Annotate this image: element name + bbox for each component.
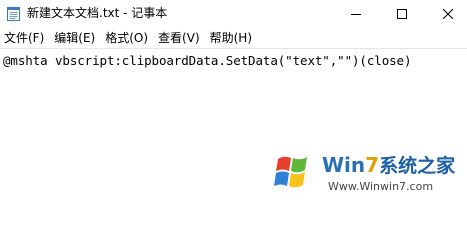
- menu-format[interactable]: 格式(O): [100, 28, 153, 48]
- menu-file[interactable]: 文件(F): [0, 28, 49, 48]
- editor-content[interactable]: @mshta vbscript:clipboardData.SetData("t…: [3, 53, 412, 69]
- maximize-button[interactable]: [384, 0, 420, 27]
- watermark-title-seven: 7: [365, 153, 380, 177]
- watermark-title: Win7系统之家: [322, 153, 455, 178]
- close-button[interactable]: [430, 0, 466, 27]
- watermark-url: Www.Winwin7.com: [328, 180, 434, 193]
- watermark-title-cn: 系统之家: [379, 155, 456, 177]
- menu-view[interactable]: 查看(V): [153, 28, 205, 48]
- close-icon: [443, 8, 453, 19]
- maximize-icon: [397, 8, 407, 19]
- menu-help[interactable]: 帮助(H): [205, 28, 257, 48]
- watermark-title-win: Win: [322, 153, 366, 177]
- windows-flag-logo-icon: [270, 153, 318, 197]
- site-watermark: Win7系统之家 Www.Winwin7.com: [268, 143, 464, 199]
- notepad-window: 新建文本文档.txt - 记事本 文件(F) 编辑(E) 格式(O) 查看(V)…: [0, 0, 467, 201]
- notepad-app-icon: [7, 7, 20, 21]
- window-title: 新建文本文档.txt - 记事本: [27, 6, 168, 20]
- menu-bar: 文件(F) 编辑(E) 格式(O) 查看(V) 帮助(H): [0, 28, 467, 48]
- menu-edit[interactable]: 编辑(E): [49, 28, 100, 48]
- title-bar[interactable]: 新建文本文档.txt - 记事本: [0, 0, 467, 27]
- minimize-button[interactable]: [338, 0, 374, 27]
- minimize-icon: [351, 13, 361, 15]
